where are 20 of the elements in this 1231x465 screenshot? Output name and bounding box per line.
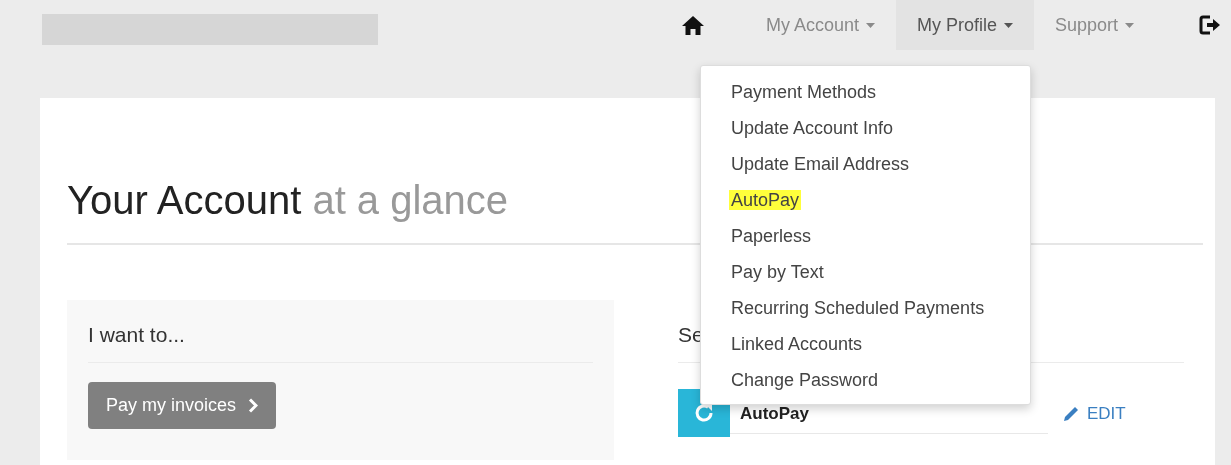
dropdown-item[interactable]: Paperless — [701, 218, 1030, 254]
page-subtitle: at a glance — [312, 178, 509, 222]
caret-icon — [865, 22, 875, 28]
caret-icon — [1003, 22, 1013, 28]
dropdown-item[interactable]: AutoPay — [701, 182, 1030, 218]
dropdown-item[interactable]: Pay by Text — [701, 254, 1030, 290]
chevron-right-icon — [248, 398, 259, 414]
panel-heading: I want to... — [88, 320, 593, 364]
dropdown-item[interactable]: Update Account Info — [701, 110, 1030, 146]
dropdown-item[interactable]: Update Email Address — [701, 146, 1030, 182]
dropdown-item[interactable]: Payment Methods — [701, 74, 1030, 110]
page-title: Your Account — [67, 178, 302, 222]
highlight-mark: AutoPay — [729, 190, 802, 210]
edit-link[interactable]: EDIT — [1063, 400, 1126, 427]
pencil-icon — [1063, 404, 1080, 422]
nav-menu-item[interactable]: My Profile — [895, 0, 1034, 50]
dropdown-item[interactable]: Linked Accounts — [701, 326, 1030, 362]
dropdown-item[interactable]: Change Password — [701, 362, 1030, 398]
caret-icon — [1125, 22, 1134, 28]
pay-invoices-button[interactable]: Pay my invoices — [88, 382, 277, 430]
